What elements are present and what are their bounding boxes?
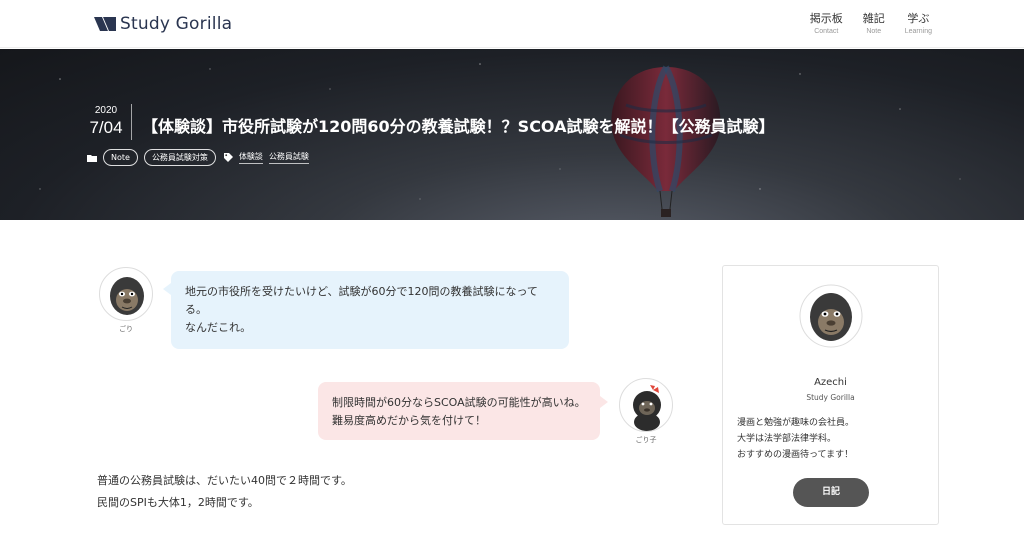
chat-bubble-gori: 地元の市役所を受けたいけど、試験が60分で120問の教養試験になってる。 なんだ… — [163, 271, 569, 349]
post-date: 2020 7/04 — [84, 105, 128, 139]
article-body: 普通の公務員試験は、だいたい40問で２時間です。 民間のSPIも大体1，2時間で… — [97, 470, 352, 514]
date-divider — [131, 104, 132, 140]
tag-icon — [223, 153, 233, 162]
hero-banner: 2020 7/04 【体験談】市役所試験が120問60分の教養試験！？SCOA試… — [0, 49, 1024, 220]
post-date-month-day: 7/04 — [89, 118, 123, 137]
nav-sublabel: Contact — [814, 28, 839, 35]
main-nav: 掲示板 Contact 雑記 Note 学ぶ Learning — [810, 12, 932, 37]
chat-line: なんだこれ。 — [185, 321, 252, 334]
tag-civil-service[interactable]: 公務員試験 — [268, 151, 309, 164]
author-avatar-icon — [799, 284, 863, 348]
chat-bubble-goriko: 制限時間が60分ならSCOA試験の可能性が高いね。 難易度高めだから気を付けて！ — [318, 382, 608, 440]
tag-experience[interactable]: 体験談 — [238, 151, 263, 164]
article-paragraph: 民間のSPIも大体1，2時間です。 — [97, 496, 259, 509]
chat-line: 制限時間が60分ならSCOA試験の可能性が高いね。 — [332, 396, 586, 409]
nav-label: 雑記 — [862, 12, 885, 25]
avatar-gori — [99, 267, 153, 321]
site-header: Study Gorilla 掲示板 Contact 雑記 Note 学ぶ Lea… — [0, 0, 1024, 48]
author-bio-line: 漫画と勉強が趣味の会社員。 — [737, 418, 855, 428]
nav-item-note[interactable]: 雑記 Note — [863, 12, 885, 37]
author-bio: 漫画と勉強が趣味の会社員。 大学は法学部法律学科。 おすすめの漫画待ってます！ — [737, 415, 854, 463]
logo-text: Study Gorilla — [120, 14, 233, 34]
nav-item-learning[interactable]: 学ぶ Learning — [905, 12, 932, 37]
folder-icon — [87, 154, 97, 162]
author-site: Study Gorilla — [806, 393, 855, 402]
avatar-name-goriko: ごり子 — [635, 436, 657, 444]
nav-label: 掲示板 — [809, 12, 843, 25]
post-meta: Note 公務員試験対策 体験談 公務員試験 — [87, 149, 309, 166]
category-note[interactable]: Note — [103, 149, 138, 166]
author-name: Azechi — [814, 377, 847, 388]
logo-mark-icon — [94, 17, 116, 31]
chat-line: 難易度高めだから気を付けて！ — [332, 414, 486, 427]
nav-label: 学ぶ — [907, 12, 930, 25]
author-bio-line: おすすめの漫画待ってます！ — [737, 450, 854, 460]
post-title: 【体験談】市役所試験が120問60分の教養試験！？SCOA試験を解説！【公務員試… — [142, 117, 775, 136]
hot-air-balloon-image — [611, 65, 721, 217]
author-profile-card: Azechi Study Gorilla 漫画と勉強が趣味の会社員。 大学は法学… — [722, 265, 939, 525]
category-civil-service-exam[interactable]: 公務員試験対策 — [143, 149, 216, 166]
nav-sublabel: Learning — [904, 28, 932, 35]
nav-sublabel: Note — [866, 28, 882, 35]
gorilla-avatar-icon — [110, 277, 144, 315]
gorilla-girl-avatar-icon — [633, 385, 661, 431]
post-date-year: 2020 — [94, 105, 118, 116]
site-logo[interactable]: Study Gorilla — [94, 12, 232, 36]
avatar-name-gori: ごり — [119, 325, 133, 333]
article-paragraph: 普通の公務員試験は、だいたい40問で２時間です。 — [97, 474, 352, 487]
chat-line: 地元の市役所を受けたいけど、試験が60分で120問の教養試験になってる。 — [185, 285, 538, 316]
avatar-goriko — [619, 378, 673, 432]
nav-item-contact[interactable]: 掲示板 Contact — [810, 12, 843, 37]
diary-button[interactable]: 日記 — [793, 478, 869, 507]
author-bio-line: 大学は法学部法律学科。 — [737, 434, 837, 444]
